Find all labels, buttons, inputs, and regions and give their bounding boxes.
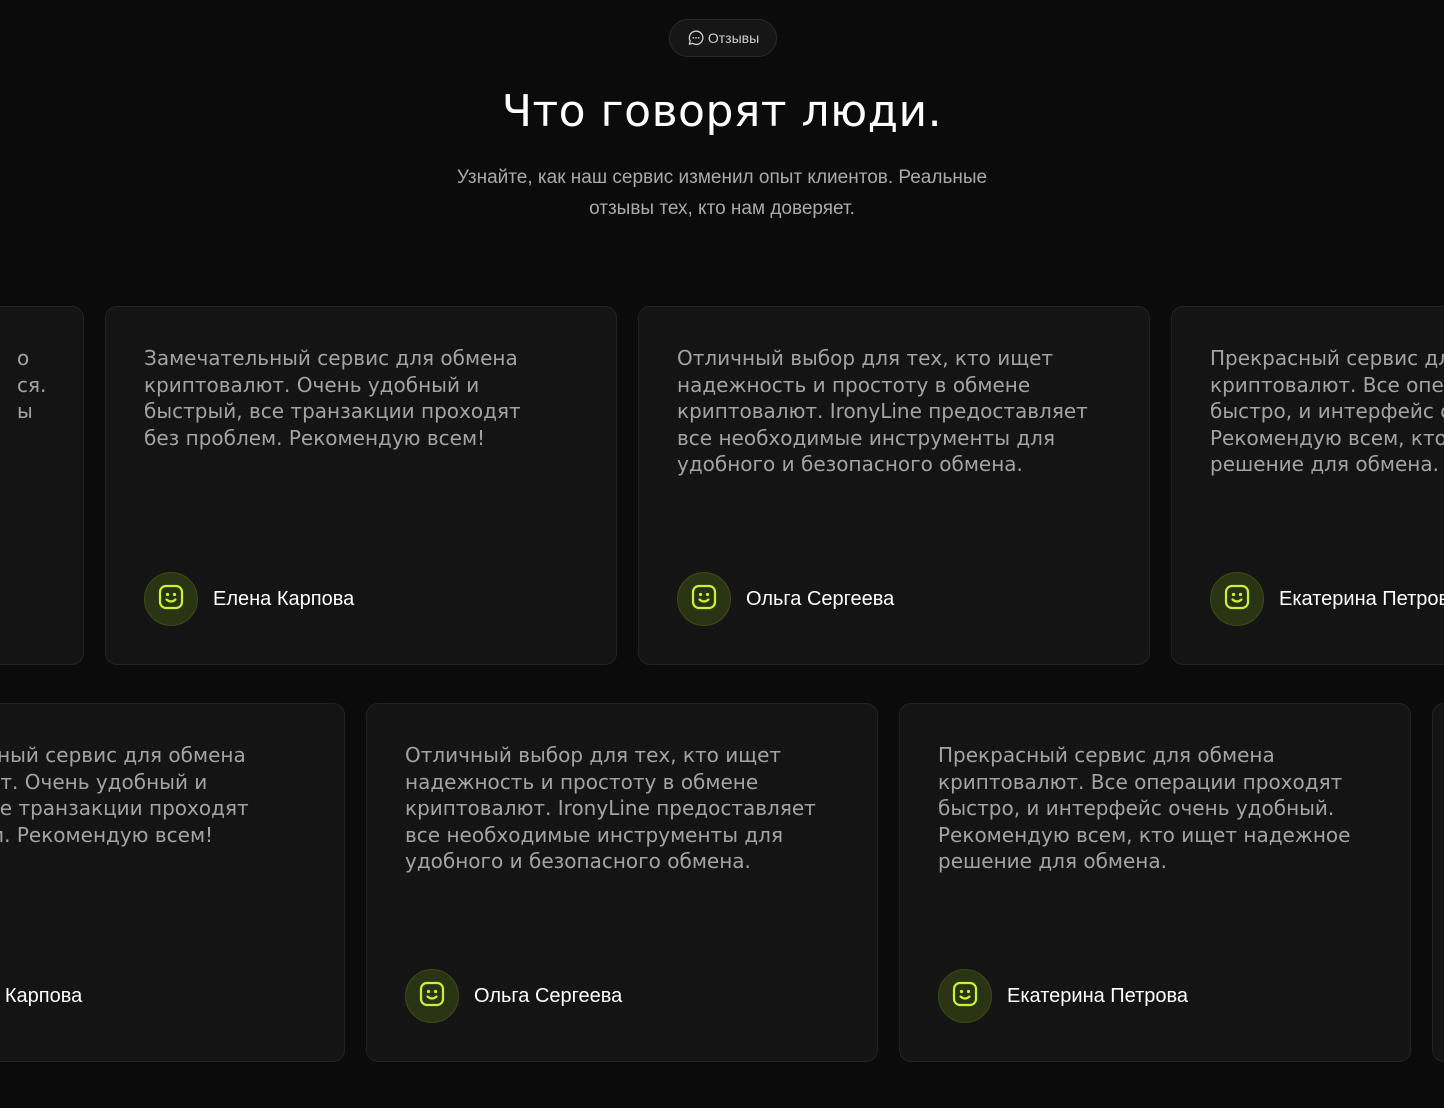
testimonial-author: Елена Карпова <box>0 968 82 1024</box>
avatar <box>1210 572 1264 626</box>
section-badge: Отзывы <box>669 19 777 57</box>
testimonial-author: Елена Карпова <box>144 571 354 627</box>
testimonial-author: Ольга Сергеева <box>405 968 622 1024</box>
author-name: Елена Карпова <box>213 587 355 610</box>
chat-bubble-icon <box>687 29 705 47</box>
testimonial-card: Замечательный сервис для обмена криптова… <box>105 306 617 665</box>
smiley-icon <box>951 980 979 1012</box>
testimonials-row-1[interactable]: о ся. ы Замечательный сервис для обмена … <box>0 306 1444 666</box>
testimonial-author: Екатерина Петрова <box>938 968 1188 1024</box>
testimonial-author: Ольга Сергеева <box>677 571 894 627</box>
testimonial-text: Прекрасный сервис для обмена криптовалют… <box>938 743 1351 873</box>
section-title: Что говорят люди. <box>501 86 943 137</box>
smiley-icon <box>157 583 185 615</box>
testimonial-card <box>1432 703 1444 1062</box>
testimonial-text: Отличный выбор для тех, кто ищет надежно… <box>405 743 816 873</box>
smiley-icon <box>418 980 446 1012</box>
testimonial-card: Отличный выбор для тех, кто ищет надежно… <box>366 703 878 1062</box>
testimonial-card: Прекрасный сервис для обмена криптовалют… <box>899 703 1411 1062</box>
section-badge-label: Отзывы <box>707 30 760 46</box>
testimonial-text: Замечательный сервис для обмена криптова… <box>0 743 249 847</box>
avatar <box>144 572 198 626</box>
author-name: Елена Карпова <box>0 984 83 1007</box>
testimonial-card: Замечательный сервис для обмена криптова… <box>0 703 345 1062</box>
testimonial-card: о ся. ы <box>0 306 84 665</box>
avatar <box>677 572 731 626</box>
testimonial-text: Отличный выбор для тех, кто ищет надежно… <box>677 346 1088 476</box>
avatar <box>938 969 992 1023</box>
testimonial-card: Отличный выбор для тех, кто ищет надежно… <box>638 306 1150 665</box>
smiley-icon <box>690 583 718 615</box>
testimonial-text: Замечательный сервис для обмена криптова… <box>144 346 521 450</box>
avatar <box>405 969 459 1023</box>
testimonials-row-2[interactable]: Замечательный сервис для обмена криптова… <box>0 703 1444 1063</box>
testimonial-card: Прекрасный сервис для обмена криптовалют… <box>1171 306 1444 665</box>
smiley-icon <box>1223 583 1251 615</box>
author-name: Ольга Сергеева <box>474 984 623 1007</box>
author-name: Ольга Сергеева <box>746 587 895 610</box>
testimonial-author: Екатерина Петрова <box>1210 571 1444 627</box>
author-name: Екатерина Петрова <box>1007 984 1189 1007</box>
author-name: Екатерина Петрова <box>1279 587 1444 610</box>
section-subtitle: Узнайте, как наш сервис изменил опыт кли… <box>456 167 988 219</box>
testimonial-text: Прекрасный сервис для обмена криптовалют… <box>1210 346 1444 476</box>
